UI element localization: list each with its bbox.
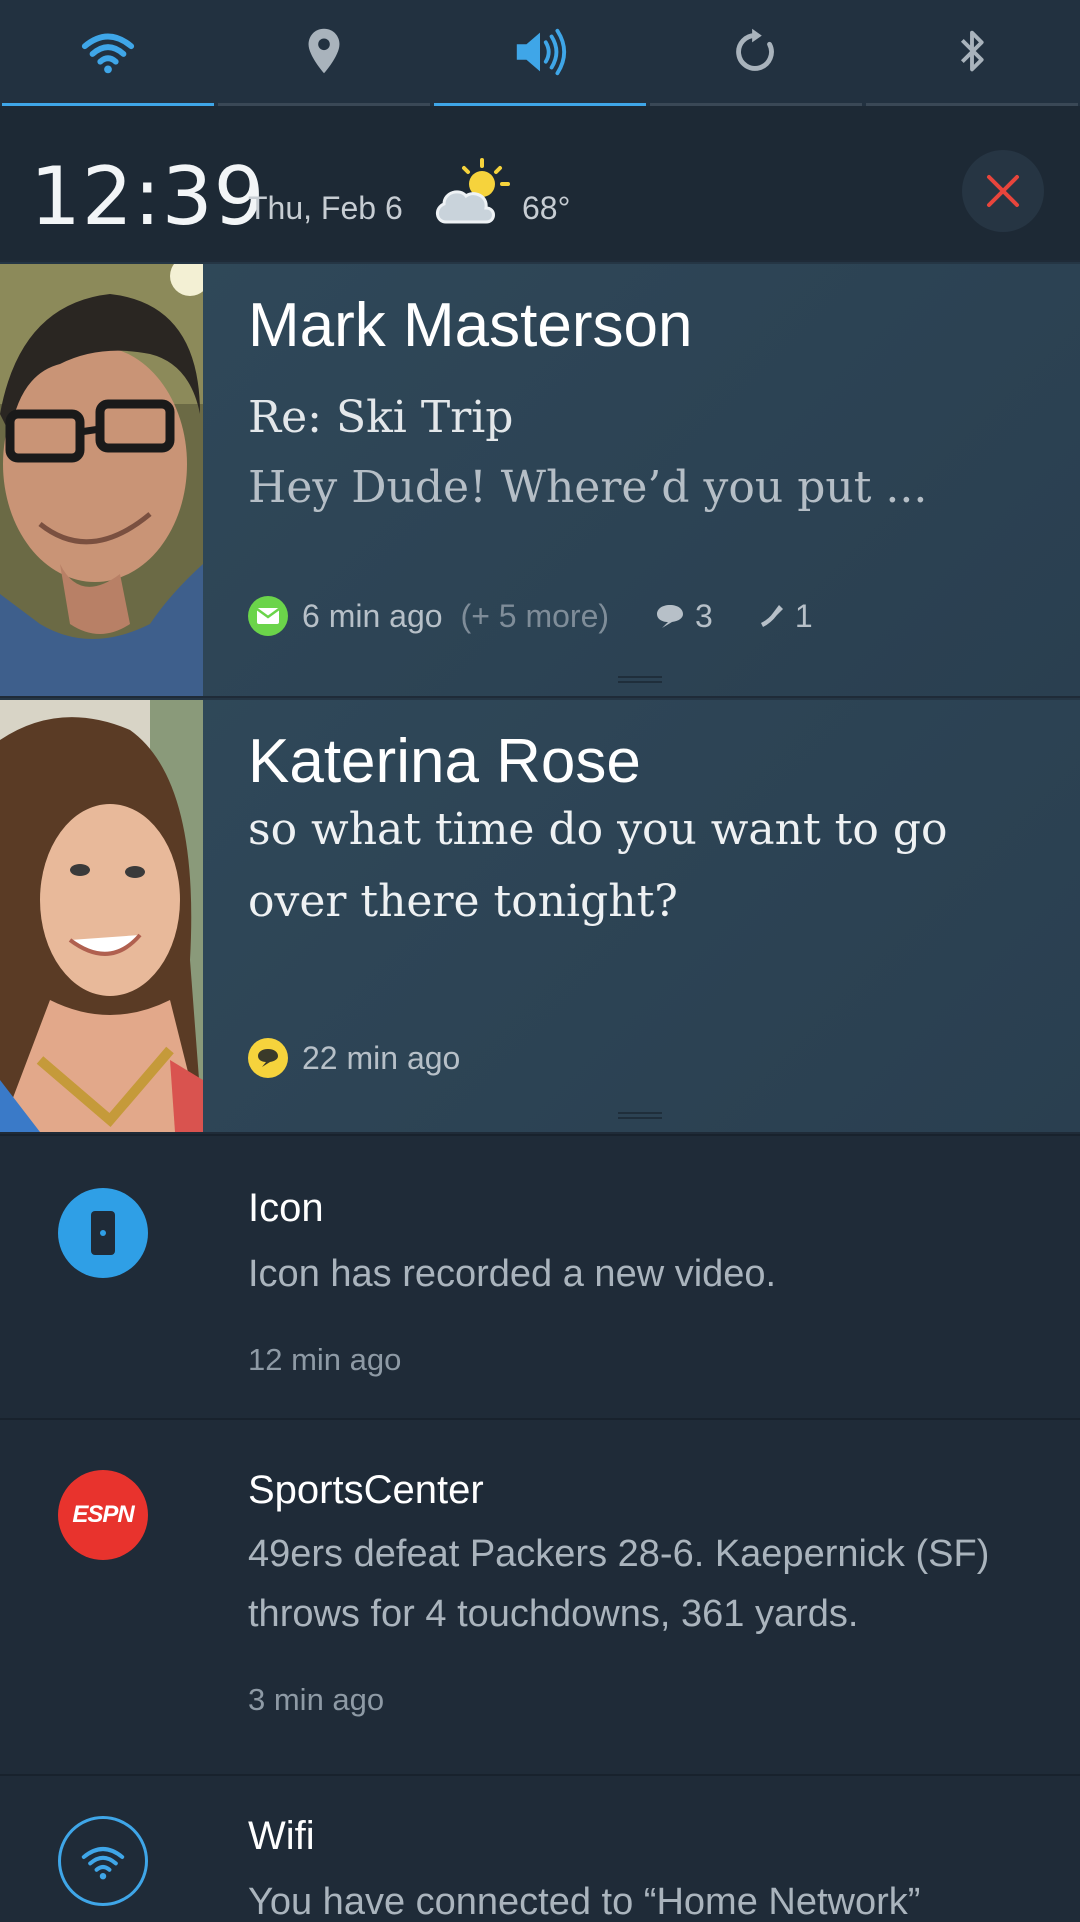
notification-title: Wifi [248, 1814, 315, 1858]
notification-sportscenter[interactable]: ESPN SportsCenter 49ers defeat Packers 2… [0, 1418, 1080, 1776]
contact-card-katerina[interactable]: Katerina Rose so what time do you want t… [0, 698, 1080, 1132]
message-time: 6 min ago [302, 597, 443, 634]
temperature-label: 68° [522, 190, 571, 226]
quick-settings-bar [0, 0, 1080, 106]
comment-icon [657, 605, 684, 628]
volume-toggle[interactable] [434, 0, 646, 106]
date-label: Thu, Feb 6 [248, 190, 403, 226]
contact-name: Mark Masterson [248, 291, 693, 360]
message-subject: Re: Ski Trip [248, 392, 514, 443]
card-meta: 6 min ago (+ 5 more) 3 1 [248, 596, 813, 636]
wifi-toggle[interactable] [2, 0, 214, 106]
email-icon [248, 596, 288, 636]
avatar [0, 264, 203, 696]
notification-wifi[interactable]: Wifi You have connected to “Home Network… [0, 1774, 1080, 1922]
clock: 12:39 [30, 150, 266, 243]
contact-name: Katerina Rose [248, 727, 641, 796]
volume-icon [516, 28, 567, 75]
notification-time: 3 min ago [248, 1682, 385, 1717]
notification-title: Icon [248, 1186, 324, 1230]
message-text: so what time do you want to go over ther… [248, 804, 948, 927]
notification-body: Icon has recorded a new video. [248, 1253, 777, 1295]
drag-handle[interactable] [618, 676, 662, 684]
call-count-label: 1 [794, 597, 813, 634]
contact-card-mark[interactable]: Mark Masterson Re: Ski Trip Hey Dude! Wh… [0, 262, 1080, 696]
drag-handle[interactable] [618, 1112, 662, 1120]
notification-title: SportsCenter [248, 1468, 484, 1512]
phone-icon [760, 605, 783, 627]
more-count: (+ 5 more) [460, 597, 610, 634]
wifi-icon [81, 33, 135, 73]
rotation-toggle[interactable] [650, 0, 862, 106]
bluetooth-icon [960, 30, 984, 71]
close-icon [987, 175, 1019, 207]
close-button[interactable] [962, 150, 1044, 232]
chat-icon [248, 1038, 288, 1078]
icon-app-icon [58, 1188, 148, 1278]
wifi-notification-icon [58, 1816, 148, 1906]
message-time: 22 min ago [302, 1039, 461, 1076]
avatar [0, 700, 203, 1132]
notification-body: You have connected to “Home Network” [248, 1881, 921, 1922]
card-meta: 22 min ago [248, 1038, 460, 1078]
notification-body: 49ers defeat Packers 28-6. Kaepernick (S… [248, 1533, 990, 1635]
partly-cloudy-icon [436, 158, 510, 224]
location-icon [308, 28, 340, 73]
comment-count-label: 3 [695, 597, 713, 634]
espn-icon-label: ESPN [72, 1501, 134, 1528]
bluetooth-toggle[interactable] [866, 0, 1078, 106]
rotate-icon [736, 28, 774, 71]
comment-count: 3 [655, 598, 713, 635]
call-count: 1 [759, 598, 813, 635]
notification-icon-app[interactable]: Icon Icon has recorded a new video. 12 m… [0, 1134, 1080, 1420]
location-toggle[interactable] [218, 0, 430, 106]
espn-icon: ESPN [58, 1470, 148, 1560]
status-header: 12:39 Thu, Feb 6 68° [0, 106, 1080, 260]
notification-time: 12 min ago [248, 1342, 402, 1377]
message-preview: Hey Dude! Where’d you put ... [248, 462, 928, 513]
